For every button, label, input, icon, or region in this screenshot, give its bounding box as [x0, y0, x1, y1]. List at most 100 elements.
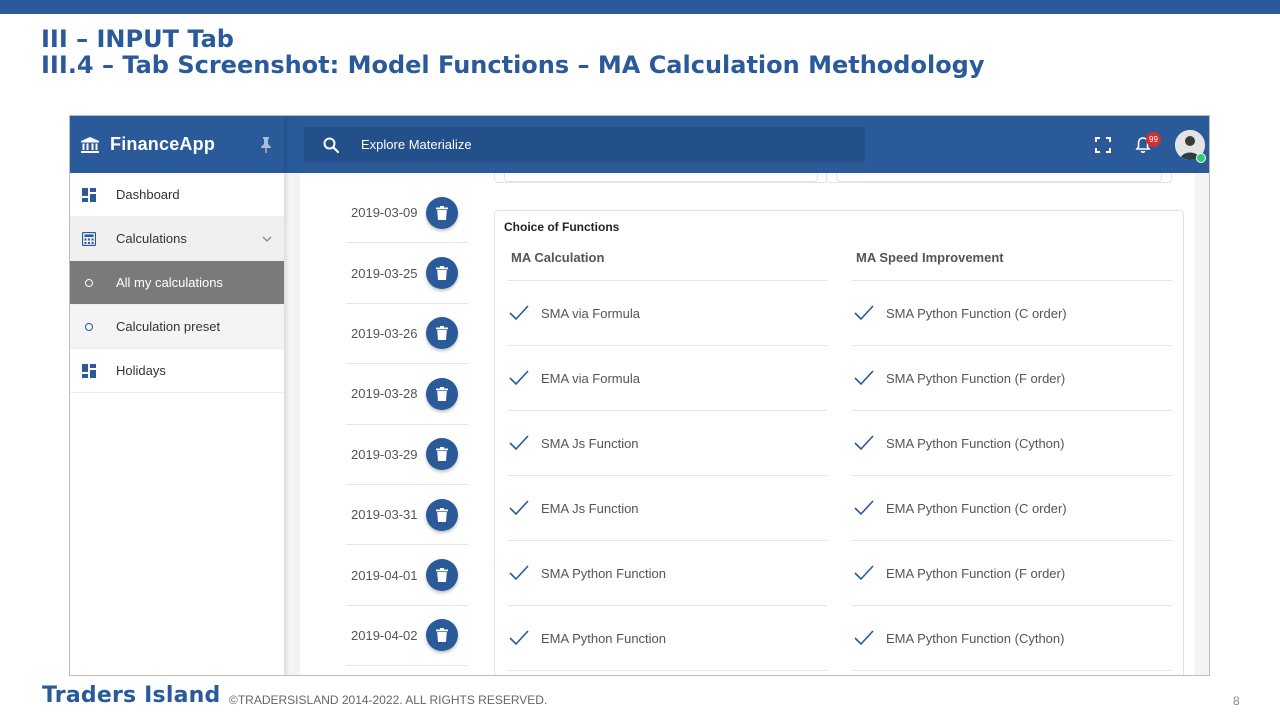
check-icon: [509, 370, 529, 386]
top-header: Explore Materialize 99: [284, 116, 1209, 173]
function-option[interactable]: EMA Python Function (F order): [852, 541, 1172, 606]
function-option[interactable]: SMA via Formula: [507, 281, 827, 346]
sidebar-item-dashboard[interactable]: Dashboard: [70, 173, 284, 217]
function-option[interactable]: SMA Python Function: [507, 541, 827, 606]
functions-card: Choice of Functions MA Calculation SMA v…: [494, 210, 1184, 675]
date-label: 2019-03-25: [351, 265, 418, 281]
main-panel: 2019-03-09 2019-03-25 2019-03-26 2019-03…: [300, 163, 1195, 675]
list-item: 2019-03-09: [346, 183, 468, 244]
dashboard-icon: [82, 187, 96, 202]
slide-title-line2: III.4 – Tab Screenshot: Model Functions …: [41, 51, 985, 79]
chevron-down-icon: [262, 236, 272, 242]
trash-icon: [436, 507, 448, 522]
list-item: 2019-03-29: [346, 425, 468, 485]
check-icon: [854, 305, 874, 321]
function-label: SMA Js Function: [541, 435, 639, 451]
date-label: 2019-03-29: [351, 446, 418, 462]
function-option[interactable]: EMA Python Function: [507, 606, 827, 671]
delete-button[interactable]: [426, 196, 458, 229]
check-icon: [509, 305, 529, 321]
check-icon: [854, 565, 874, 581]
function-option[interactable]: SMA Js Function: [507, 411, 827, 476]
list-item: 2019-04-02: [346, 606, 468, 667]
sidebar-item-label: Calculation preset: [116, 319, 221, 334]
online-status-indicator: [1196, 153, 1206, 163]
sidebar-item-label: All my calculations: [116, 275, 223, 290]
sidebar-item-label: Calculations: [116, 231, 187, 246]
search-input[interactable]: Explore Materialize: [304, 127, 865, 162]
function-option[interactable]: SMA Python Function (C order): [852, 281, 1172, 346]
function-option[interactable]: EMA Python Function (C order): [852, 476, 1172, 541]
ma-calculation-column: MA Calculation SMA via Formula EMA via F…: [507, 241, 827, 671]
function-label: SMA Python Function: [541, 565, 667, 581]
function-label: EMA Python Function (F order): [886, 565, 1066, 581]
function-label: EMA Python Function (C order): [886, 500, 1067, 516]
function-option[interactable]: EMA Python Function (Cython): [852, 606, 1172, 671]
slide-title-line1: III – INPUT Tab: [41, 25, 234, 53]
function-label: EMA Python Function (Cython): [886, 630, 1065, 646]
delete-button[interactable]: [426, 438, 458, 471]
function-label: SMA Python Function (Cython): [886, 435, 1065, 451]
sidebar-item-all-my-calculations[interactable]: All my calculations: [70, 261, 284, 305]
delete-button[interactable]: [426, 377, 458, 410]
list-item: 2019-03-26: [346, 304, 468, 365]
date-label: 2019-03-31: [351, 507, 418, 523]
function-option[interactable]: EMA via Formula: [507, 346, 827, 411]
function-option[interactable]: EMA Js Function: [507, 476, 827, 541]
check-icon: [509, 630, 529, 646]
function-label: SMA Python Function (C order): [886, 305, 1067, 321]
circle-icon: [85, 322, 93, 331]
function-option[interactable]: SMA Python Function (F order): [852, 346, 1172, 411]
function-option[interactable]: SMA Python Function (Cython): [852, 411, 1172, 476]
sidebar-item-calculations[interactable]: Calculations: [70, 217, 284, 261]
page-number: 8: [1233, 694, 1240, 708]
function-label: EMA via Formula: [541, 370, 640, 386]
main-content: 2019-03-09 2019-03-25 2019-03-26 2019-03…: [284, 163, 1209, 675]
sidebar-item-calculation-preset[interactable]: Calculation preset: [70, 305, 284, 349]
trash-icon: [436, 628, 448, 643]
trash-icon: [436, 386, 448, 401]
date-label: 2019-03-26: [351, 325, 418, 341]
search-placeholder: Explore Materialize: [361, 137, 472, 152]
list-item: 2019-03-25: [346, 243, 468, 304]
sidebar-item-label: Dashboard: [116, 187, 180, 202]
copyright-notice: ©TRADERSISLAND 2014-2022. ALL RIGHTS RES…: [229, 693, 548, 707]
delete-button[interactable]: [426, 498, 458, 531]
date-label: 2019-04-01: [351, 567, 418, 583]
check-icon: [854, 435, 874, 451]
date-label: 2019-03-09: [351, 205, 418, 221]
brand[interactable]: FinanceApp: [70, 116, 284, 173]
calculator-icon: [82, 231, 96, 246]
ma-speed-improvement-column: MA Speed Improvement SMA Python Function…: [852, 241, 1172, 671]
sidebar: FinanceApp Dashboard Calculations All my…: [70, 116, 284, 675]
fullscreen-icon[interactable]: [1094, 136, 1112, 154]
check-icon: [509, 435, 529, 451]
delete-button[interactable]: [426, 559, 458, 592]
slide-top-bar: [0, 0, 1280, 14]
function-label: SMA Python Function (F order): [886, 370, 1066, 386]
trash-icon: [436, 205, 448, 220]
list-item: 2019-03-28: [346, 364, 468, 425]
trash-icon: [436, 326, 448, 341]
circle-icon: [85, 278, 93, 287]
trash-icon: [436, 568, 448, 583]
pin-icon[interactable]: [260, 136, 272, 153]
delete-button[interactable]: [426, 317, 458, 350]
bank-icon: [81, 136, 99, 153]
date-label: 2019-04-02: [351, 627, 418, 643]
check-icon: [509, 500, 529, 516]
search-icon: [323, 137, 339, 153]
function-label: EMA Python Function: [541, 630, 667, 646]
function-label: SMA via Formula: [541, 305, 640, 321]
delete-button[interactable]: [426, 619, 458, 652]
column-header: MA Speed Improvement: [852, 241, 1172, 281]
check-icon: [854, 500, 874, 516]
notification-badge: 99: [1146, 132, 1161, 147]
app-screenshot: FinanceApp Dashboard Calculations All my…: [69, 115, 1210, 676]
column-header: MA Calculation: [507, 241, 827, 281]
sidebar-item-holidays[interactable]: Holidays: [70, 349, 284, 393]
app-name: FinanceApp: [110, 134, 216, 154]
delete-button[interactable]: [426, 257, 458, 290]
function-label: EMA Js Function: [541, 500, 639, 516]
check-icon: [509, 565, 529, 581]
